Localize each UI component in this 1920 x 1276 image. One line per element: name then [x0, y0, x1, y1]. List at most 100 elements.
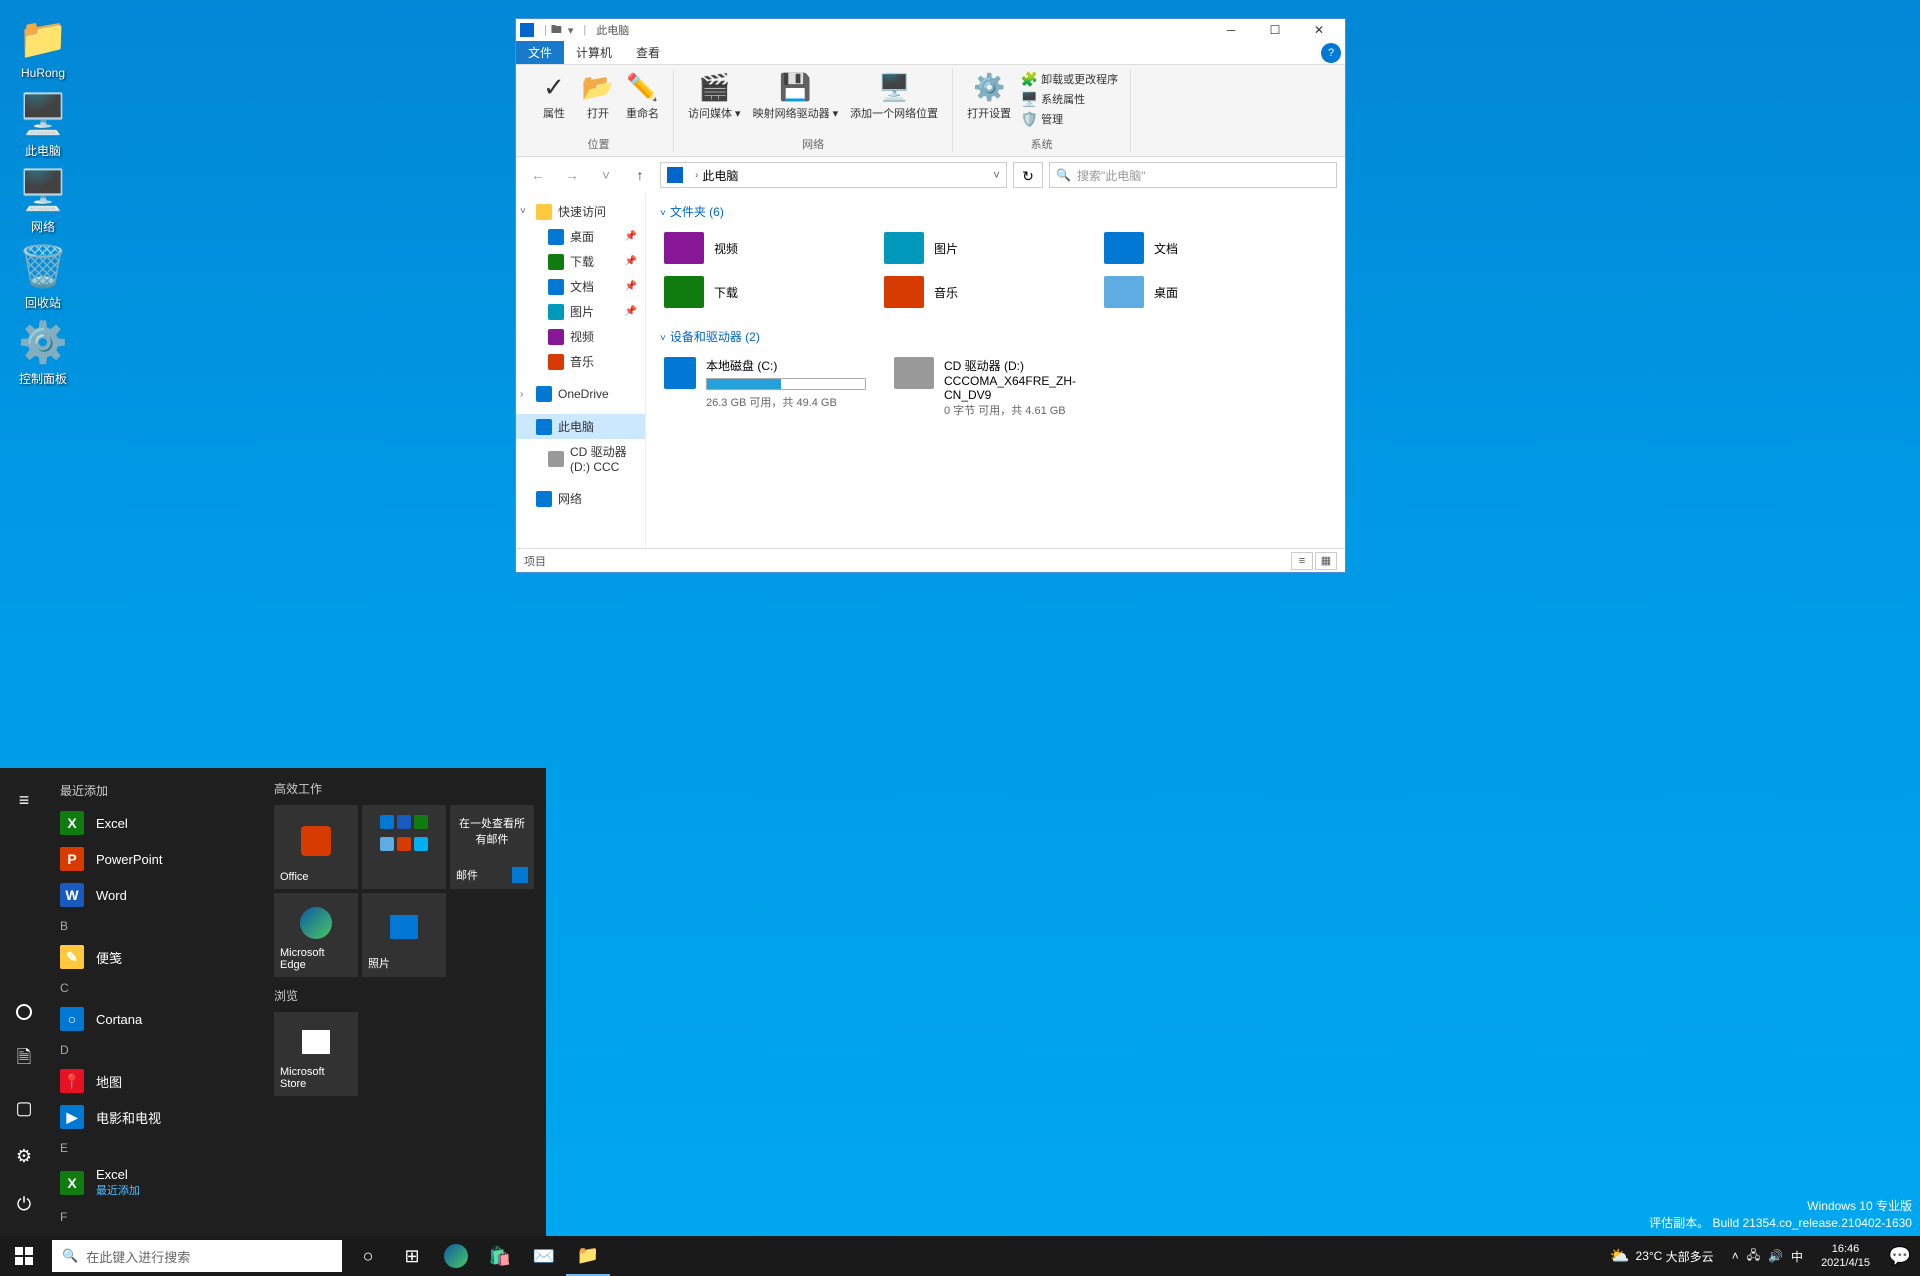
refresh-button[interactable]: ↻: [1013, 162, 1043, 188]
help-button[interactable]: ?: [1321, 43, 1341, 63]
ribbon-映射网络驱动器[interactable]: 💾映射网络驱动器 ▾: [747, 69, 845, 123]
letter-C[interactable]: C: [48, 975, 262, 1001]
folder-桌面[interactable]: 桌面: [1100, 272, 1300, 312]
search-input[interactable]: 🔍 搜索"此电脑": [1049, 162, 1337, 188]
up-button[interactable]: ↑: [626, 162, 654, 188]
expand-icon[interactable]: ›: [520, 389, 523, 400]
app-PowerPoint[interactable]: P PowerPoint: [48, 841, 262, 877]
action-center-button[interactable]: 💬: [1880, 1236, 1920, 1276]
tree-文档[interactable]: 文档📌: [516, 274, 645, 299]
ribbon-卸载或更改程序[interactable]: 🧩卸载或更改程序: [1017, 69, 1122, 89]
tab-文件[interactable]: 文件: [516, 41, 564, 64]
tile-office[interactable]: Office: [274, 805, 358, 889]
taskbar-clock[interactable]: 16:46 2021/4/15: [1811, 1242, 1880, 1271]
desktop-icon-网络[interactable]: 🖥️网络: [8, 166, 78, 235]
nav-tree: ˅快速访问桌面📌下载📌文档📌图片📌视频音乐 ›OneDrive 此电脑CD 驱动器 …: [516, 193, 646, 548]
section-drives-header[interactable]: ˅设备和驱动器 (2): [660, 328, 1331, 345]
taskbar-edge[interactable]: [434, 1236, 478, 1276]
expand-icon[interactable]: ˅: [520, 206, 526, 217]
letter-D[interactable]: D: [48, 1037, 262, 1063]
tray-ime[interactable]: 中: [1791, 1248, 1803, 1265]
close-button[interactable]: ✕: [1297, 20, 1341, 40]
address-dropdown[interactable]: ˅: [993, 168, 1000, 182]
tree-音乐[interactable]: 音乐: [516, 349, 645, 374]
section-folders-header[interactable]: ˅文件夹 (6): [660, 203, 1331, 220]
view-icons-button[interactable]: ▦: [1315, 552, 1337, 570]
tab-查看[interactable]: 查看: [624, 41, 672, 64]
start-button[interactable]: [0, 1236, 48, 1276]
tree-图片[interactable]: 图片📌: [516, 299, 645, 324]
drive-本地磁盘 (C:)[interactable]: 本地磁盘 (C:)26.3 GB 可用，共 49.4 GB: [660, 353, 870, 422]
desktop-icon-此电脑[interactable]: 🖥️此电脑: [8, 90, 78, 159]
folder-下载[interactable]: 下载: [660, 272, 860, 312]
maximize-button[interactable]: ☐: [1253, 20, 1297, 40]
app-Cortana[interactable]: ○ Cortana: [48, 1001, 262, 1037]
tree-此电脑[interactable]: 此电脑: [516, 414, 645, 439]
minimize-button[interactable]: ─: [1209, 20, 1253, 40]
desktop-icon-HuRong[interactable]: 📁HuRong: [8, 14, 78, 80]
tile-photos[interactable]: 照片: [362, 893, 446, 977]
qat-dropdown[interactable]: ▾: [568, 24, 574, 37]
tile-store[interactable]: Microsoft Store: [274, 1012, 358, 1096]
recent-dropdown[interactable]: ˅: [592, 162, 620, 188]
desktop-icon-控制面板[interactable]: ⚙️控制面板: [8, 318, 78, 387]
taskbar-store[interactable]: 🛍️: [478, 1236, 522, 1276]
tree-视频[interactable]: 视频: [516, 324, 645, 349]
tree-OneDrive[interactable]: ›OneDrive: [516, 382, 645, 406]
address-bar[interactable]: › 此电脑 ˅: [660, 162, 1007, 188]
ribbon-属性[interactable]: ✓属性: [532, 69, 576, 123]
qat-save-icon[interactable]: 🖿: [551, 21, 562, 40]
tile-office-apps[interactable]: [362, 805, 446, 889]
rail-menu-button[interactable]: ≡: [0, 776, 48, 824]
taskbar-search[interactable]: 🔍 在此键入进行搜索: [52, 1240, 342, 1272]
taskview-button[interactable]: ⊞: [390, 1236, 434, 1276]
rail-documents-button[interactable]: 🗎: [0, 1036, 48, 1084]
tree-桌面[interactable]: 桌面📌: [516, 224, 645, 249]
folder-视频[interactable]: 视频: [660, 228, 860, 268]
taskbar-weather[interactable]: ⛅ 23°C 大部多云: [1600, 1246, 1724, 1266]
tray-network-icon[interactable]: 🖧: [1747, 1246, 1760, 1267]
ribbon-添加一个网络位置[interactable]: 🖥️添加一个网络位置: [844, 69, 944, 123]
tree-下载[interactable]: 下载📌: [516, 249, 645, 274]
ribbon-管理[interactable]: 🛡️管理: [1017, 109, 1122, 129]
rail-settings-button[interactable]: ⚙: [0, 1132, 48, 1180]
rail-power-button[interactable]: ⏻: [0, 1180, 48, 1228]
desktop-icon-回收站[interactable]: 🗑️回收站: [8, 242, 78, 311]
drive-CD 驱动器 (D:)[interactable]: CD 驱动器 (D:)CCCOMA_X64FRE_ZH-CN_DV90 字节 可…: [890, 353, 1100, 422]
back-button[interactable]: ←: [524, 162, 552, 188]
ribbon-系统属性[interactable]: 🖥️系统属性: [1017, 89, 1122, 109]
tile-mail[interactable]: 在一处查看所有邮件 邮件: [450, 805, 534, 889]
folder-文档[interactable]: 文档: [1100, 228, 1300, 268]
ribbon-重命名[interactable]: ✏️重命名: [620, 69, 665, 123]
explorer-titlebar[interactable]: | 🖿 ▾ | 此电脑 ─ ☐ ✕: [516, 19, 1345, 41]
app-电影和电视[interactable]: ▶ 电影和电视: [48, 1099, 262, 1135]
rail-user-button[interactable]: [0, 988, 48, 1036]
app-地图[interactable]: 📍 地图: [48, 1063, 262, 1099]
cortana-button[interactable]: ○: [346, 1236, 390, 1276]
tray-volume-icon[interactable]: 🔊: [1768, 1249, 1783, 1263]
ribbon-访问媒体[interactable]: 🎬访问媒体 ▾: [682, 69, 747, 123]
view-details-button[interactable]: ≡: [1291, 552, 1313, 570]
app-Excel[interactable]: X Excel: [48, 805, 262, 841]
ribbon-打开[interactable]: 📂打开: [576, 69, 620, 123]
folder-音乐[interactable]: 音乐: [880, 272, 1080, 312]
app-Word[interactable]: W Word: [48, 877, 262, 913]
app-便笺[interactable]: ✎ 便笺: [48, 939, 262, 975]
tree-快速访问[interactable]: ˅快速访问: [516, 199, 645, 224]
tray-chevron[interactable]: ˄: [1732, 1249, 1739, 1263]
rail-pictures-button[interactable]: ▢: [0, 1084, 48, 1132]
forward-button[interactable]: →: [558, 162, 586, 188]
tree-CD 驱动器 (D:) CCC[interactable]: CD 驱动器 (D:) CCC: [516, 439, 645, 478]
explorer-window: | 🖿 ▾ | 此电脑 ─ ☐ ✕ 文件计算机查看 ? ✓属性📂打开✏️重命名位…: [515, 18, 1346, 573]
letter-B[interactable]: B: [48, 913, 262, 939]
app-Excel[interactable]: X Excel最近添加: [48, 1161, 262, 1204]
tile-edge[interactable]: Microsoft Edge: [274, 893, 358, 977]
taskbar-explorer[interactable]: 📁: [566, 1236, 610, 1276]
tab-计算机[interactable]: 计算机: [564, 41, 624, 64]
letter-E[interactable]: E: [48, 1135, 262, 1161]
taskbar-mail[interactable]: ✉️: [522, 1236, 566, 1276]
folder-图片[interactable]: 图片: [880, 228, 1080, 268]
letter-F[interactable]: F: [48, 1204, 262, 1230]
ribbon-打开设置[interactable]: ⚙️打开设置: [961, 69, 1017, 123]
tree-网络[interactable]: 网络: [516, 486, 645, 511]
